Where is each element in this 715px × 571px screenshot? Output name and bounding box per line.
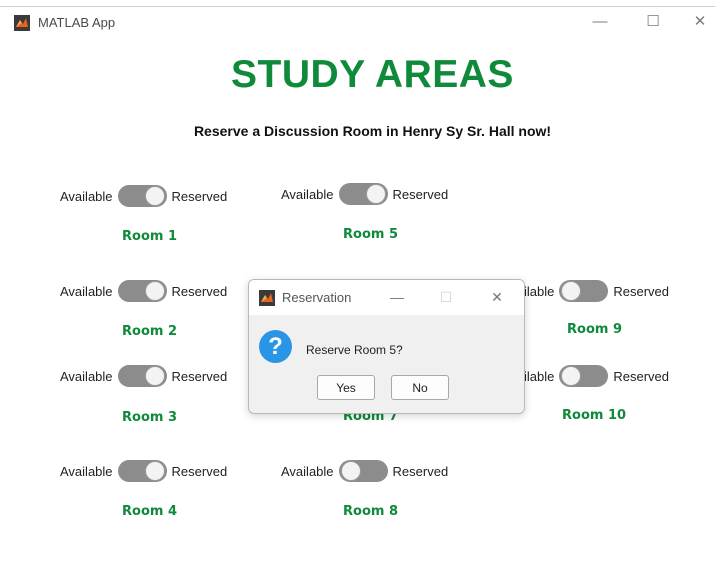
room9-switch[interactable] — [559, 280, 609, 302]
switch-knob[interactable] — [365, 184, 386, 204]
reserved-label: Reserved — [171, 368, 228, 384]
room9-label: Room 9 — [567, 322, 622, 337]
available-label: Available — [281, 463, 334, 479]
available-label: Available — [60, 463, 113, 479]
room5-label: Room 5 — [343, 227, 398, 242]
room10-switch-row: ilable Reserved — [524, 364, 669, 388]
room3-switch-row: Available Reserved — [60, 364, 227, 388]
switch-knob[interactable] — [144, 461, 165, 481]
dialog-minimize-button[interactable]: — — [386, 287, 408, 307]
available-label: Available — [60, 283, 113, 299]
maximize-button[interactable]: ☐ — [641, 11, 665, 33]
room1-switch[interactable] — [117, 185, 167, 207]
reserved-label: Reserved — [171, 188, 228, 204]
switch-knob[interactable] — [144, 281, 165, 301]
available-label: Available — [60, 368, 113, 384]
available-label: ilable — [524, 283, 555, 299]
matlab-logo-icon — [14, 15, 30, 31]
reservation-dialog: Reservation — ☐ ✕ ? Reserve Room 5? Yes … — [248, 279, 525, 414]
room2-switch[interactable] — [117, 280, 167, 302]
room5-switch-row: Available Reserved — [281, 182, 448, 206]
question-icon: ? — [259, 330, 292, 363]
dialog-message: Reserve Room 5? — [306, 343, 403, 357]
room1-label: Room 1 — [122, 229, 177, 244]
reserved-label: Reserved — [613, 368, 669, 384]
room5-switch[interactable] — [338, 183, 388, 205]
minimize-button[interactable]: — — [588, 11, 612, 33]
dialog-title: Reservation — [282, 290, 352, 305]
room10-switch[interactable] — [559, 365, 609, 387]
reserved-label: Reserved — [171, 283, 228, 299]
window-titlebar: MATLAB App — ☐ ✕ — [0, 7, 715, 39]
dialog-titlebar: Reservation — ☐ ✕ — [249, 280, 524, 315]
dialog-close-button[interactable]: ✕ — [486, 287, 508, 307]
no-button[interactable]: No — [391, 375, 449, 400]
window-title: MATLAB App — [38, 15, 116, 30]
reserved-label: Reserved — [613, 283, 669, 299]
room8-switch-row: Available Reserved — [281, 459, 448, 483]
room3-switch[interactable] — [117, 365, 167, 387]
available-label: Available — [60, 188, 113, 204]
room8-switch[interactable] — [338, 460, 388, 482]
room2-switch-row: Available Reserved — [60, 279, 227, 303]
switch-knob[interactable] — [561, 281, 582, 301]
room4-switch[interactable] — [117, 460, 167, 482]
reserved-label: Reserved — [392, 463, 449, 479]
switch-knob[interactable] — [340, 461, 361, 481]
room4-switch-row: Available Reserved — [60, 459, 227, 483]
switch-knob[interactable] — [144, 186, 165, 206]
room4-label: Room 4 — [122, 504, 177, 519]
page-subtitle: Reserve a Discussion Room in Henry Sy Sr… — [193, 123, 552, 139]
switch-knob[interactable] — [144, 366, 165, 386]
room2-label: Room 2 — [122, 324, 177, 339]
close-button[interactable]: ✕ — [688, 11, 712, 33]
matlab-logo-icon — [259, 290, 275, 306]
yes-button[interactable]: Yes — [317, 375, 375, 400]
room8-label: Room 8 — [343, 504, 398, 519]
switch-knob[interactable] — [561, 366, 582, 386]
available-label: Available — [281, 186, 334, 202]
room1-switch-row: Available Reserved — [60, 184, 227, 208]
dialog-maximize-button: ☐ — [439, 289, 453, 305]
page-title: STUDY AREAS — [231, 53, 514, 96]
reserved-label: Reserved — [392, 186, 449, 202]
room9-switch-row: ilable Reserved — [524, 279, 669, 303]
room3-label: Room 3 — [122, 410, 177, 425]
reserved-label: Reserved — [171, 463, 228, 479]
room10-label: Room 10 — [562, 408, 627, 423]
available-label: ilable — [524, 368, 555, 384]
